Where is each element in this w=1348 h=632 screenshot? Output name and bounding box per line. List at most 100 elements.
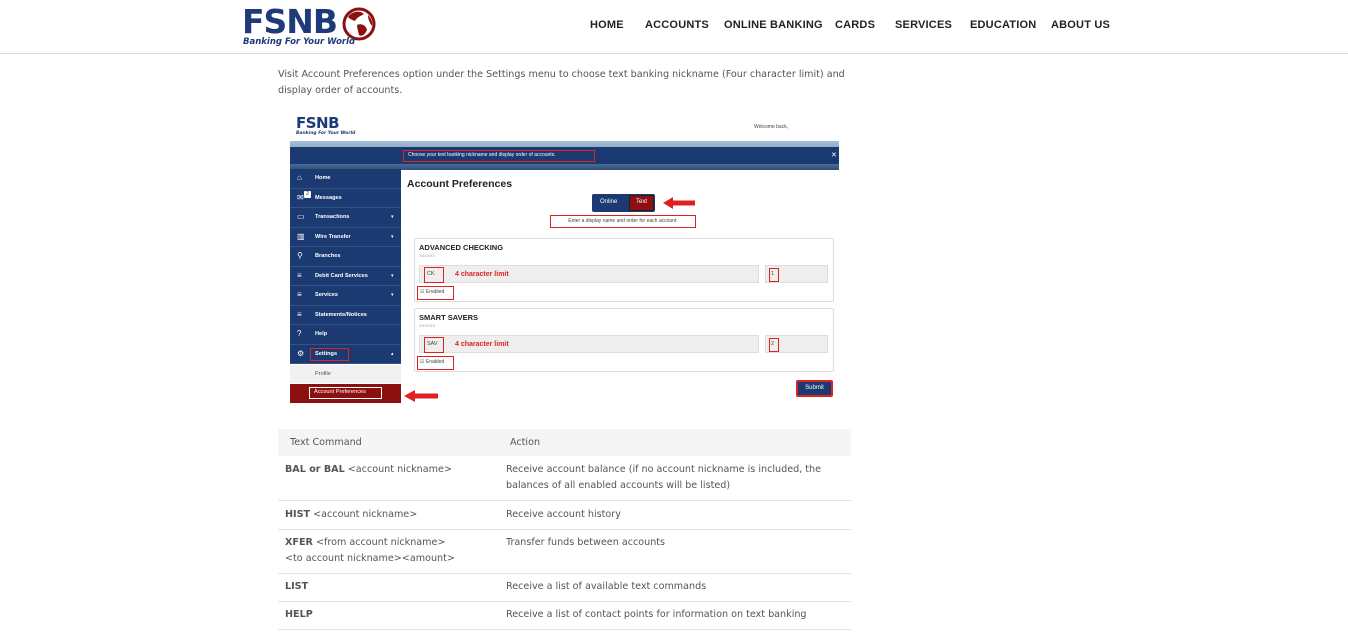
order-field[interactable]: 2: [765, 335, 828, 353]
nav-home[interactable]: HOME: [590, 19, 624, 31]
column-header-command: Text Command: [290, 437, 362, 448]
command-keyword: HELP: [285, 609, 313, 620]
account-card: SMART SAVERS XXXXXX SAV 4 character limi…: [414, 308, 834, 372]
command-cell: LIST: [285, 579, 308, 595]
table-row: LIST Receive a list of available text co…: [278, 574, 851, 602]
sidebar-item-services[interactable]: ≡ Services ▾: [290, 286, 401, 306]
chevron-up-icon: ▴: [391, 350, 394, 357]
sidebar-item-branches[interactable]: ⚲ Branches: [290, 247, 401, 267]
sidebar-item-label: Account Preferences: [309, 387, 382, 399]
sidebar-item-label: Messages: [315, 194, 342, 201]
toggle-online[interactable]: Online: [600, 199, 617, 205]
command-args: <from account nickname>: [312, 537, 446, 548]
sidebar-item-settings[interactable]: ⚙ Settings ▴: [290, 344, 401, 364]
table-row: BAL or BAL <account nickname> Receive ac…: [278, 456, 851, 501]
command-keyword: BAL or BAL: [285, 464, 345, 475]
sidebar-item-label: Statements/Notices: [315, 311, 367, 318]
action-cell: Receive a list of available text command…: [506, 581, 707, 592]
command-keyword: HIST: [285, 509, 311, 520]
arrow-left-icon: [663, 197, 695, 209]
command-args-line2: <to account nickname><amount>: [285, 553, 455, 564]
screenshot-logo-tagline: Banking For Your World: [296, 131, 356, 136]
menu-icon: ≡: [297, 309, 302, 319]
sidebar-item-messages[interactable]: ✉ 2 Messages: [290, 188, 401, 208]
order-field[interactable]: 1: [765, 265, 828, 283]
online-text-toggle[interactable]: Online Text: [592, 194, 655, 212]
character-limit-note: 4 character limit: [455, 341, 509, 348]
command-cell: HELP: [285, 607, 313, 623]
action-cell: Receive a list of contact points for inf…: [506, 609, 807, 620]
sidebar-item-profile[interactable]: Profile: [290, 365, 401, 383]
nav-about-us[interactable]: ABOUT US: [1051, 19, 1110, 31]
home-icon: ⌂: [297, 173, 302, 182]
column-header-action: Action: [510, 437, 541, 448]
table-row: HELP Receive a list of contact points fo…: [278, 602, 851, 630]
help-icon: ?: [297, 329, 302, 338]
nav-online-banking[interactable]: ONLINE BANKING: [724, 19, 823, 31]
order-value[interactable]: 2: [769, 338, 779, 352]
sidebar-item-label: Profile: [315, 371, 331, 377]
character-limit-note: 4 character limit: [455, 271, 509, 278]
nickname-field[interactable]: CK 4 character limit: [419, 265, 759, 283]
toggle-text[interactable]: Text: [629, 195, 654, 211]
sidebar-item-label: Debit Card Services: [315, 272, 368, 279]
sidebar-item-wire-transfer[interactable]: ▥ Wire Transfer ▾: [290, 227, 401, 247]
sidebar-item-label: Home: [315, 175, 331, 181]
sidebar-item-label: Services: [315, 292, 339, 298]
enabled-checkbox[interactable]: ☑ Enabled: [417, 286, 454, 300]
account-name: SMART SAVERS: [419, 313, 479, 322]
card-icon: ▭: [297, 212, 305, 221]
action-cell: Transfer funds between accounts: [506, 537, 666, 548]
sidebar-item-account-preferences[interactable]: Account Preferences: [290, 384, 401, 403]
site-header: FSNB Banking For Your World HOME ACCOUNT…: [0, 0, 1348, 54]
screenshot-logo-text: FSNB: [296, 114, 340, 132]
enabled-checkbox[interactable]: ☑ Enabled: [417, 356, 454, 370]
submit-button[interactable]: Submit: [796, 380, 833, 397]
command-args: <account nickname>: [344, 464, 452, 475]
nav-cards[interactable]: CARDS: [835, 19, 875, 31]
intro-paragraph: Visit Account Preferences option under t…: [278, 69, 845, 96]
command-keyword: LIST: [285, 581, 309, 592]
enabled-label: Enabled: [425, 289, 445, 295]
command-cell: XFER <from account nickname> <to account…: [285, 535, 455, 567]
table-row: XFER <from account nickname> <to account…: [278, 530, 851, 574]
nickname-value[interactable]: SAV: [424, 337, 444, 353]
enabled-label: Enabled: [425, 359, 445, 365]
sidebar-item-transactions[interactable]: ▭ Transactions ▾: [290, 208, 401, 228]
chevron-down-icon: ▾: [391, 233, 394, 240]
sidebar-item-help[interactable]: ? Help: [290, 325, 401, 345]
sidebar-item-home[interactable]: ⌂ Home: [290, 169, 401, 189]
chevron-down-icon: ▾: [391, 214, 394, 220]
arrow-left-icon: [404, 390, 438, 402]
nav-education[interactable]: EDUCATION: [970, 19, 1036, 31]
main-nav: HOME ACCOUNTS ONLINE BANKING CARDS SERVI…: [0, 19, 1348, 33]
command-args: <account nickname>: [310, 509, 418, 520]
nav-accounts[interactable]: ACCOUNTS: [645, 19, 709, 31]
close-icon[interactable]: ✕: [831, 151, 837, 159]
screenshot-logo: FSNB Banking For Your World: [296, 114, 356, 137]
account-name: ADVANCED CHECKING: [419, 243, 504, 252]
account-preferences-screenshot: FSNB Banking For Your World Welcome back…: [290, 112, 840, 406]
action-cell: Receive account balance (if no account n…: [506, 464, 822, 491]
screenshot-sidebar: ⌂ Home ✉ 2 Messages ▭ Transactions ▾ ▥ W…: [290, 169, 401, 405]
sidebar-item-debit-card-services[interactable]: ≡ Debit Card Services ▾: [290, 266, 401, 286]
nickname-field[interactable]: SAV 4 character limit: [419, 335, 759, 353]
command-cell: HIST <account nickname>: [285, 507, 417, 523]
gear-icon: ⚙: [297, 348, 305, 358]
sidebar-item-label: Help: [315, 331, 328, 337]
banner-message: Choose your text banking nickname and di…: [403, 150, 595, 162]
welcome-text: Welcome back,: [754, 124, 789, 130]
map-pin-icon: ⚲: [297, 251, 303, 260]
page-title: Account Preferences: [407, 178, 513, 190]
instruction-message: Enter a display name and order for each …: [550, 215, 696, 228]
table-row: HIST <account nickname> Receive account …: [278, 501, 851, 530]
logo-tagline: Banking For Your World: [243, 37, 356, 47]
messages-badge: 2: [304, 190, 311, 198]
sidebar-item-label: Branches: [315, 253, 341, 259]
sidebar-item-label: Wire Transfer: [315, 233, 351, 240]
nav-services[interactable]: SERVICES: [895, 19, 952, 31]
order-value[interactable]: 1: [769, 268, 779, 282]
sidebar-item-statements[interactable]: ≡ Statements/Notices: [290, 305, 401, 325]
sidebar-item-label: Settings: [315, 350, 338, 357]
nickname-value[interactable]: CK: [424, 267, 444, 283]
